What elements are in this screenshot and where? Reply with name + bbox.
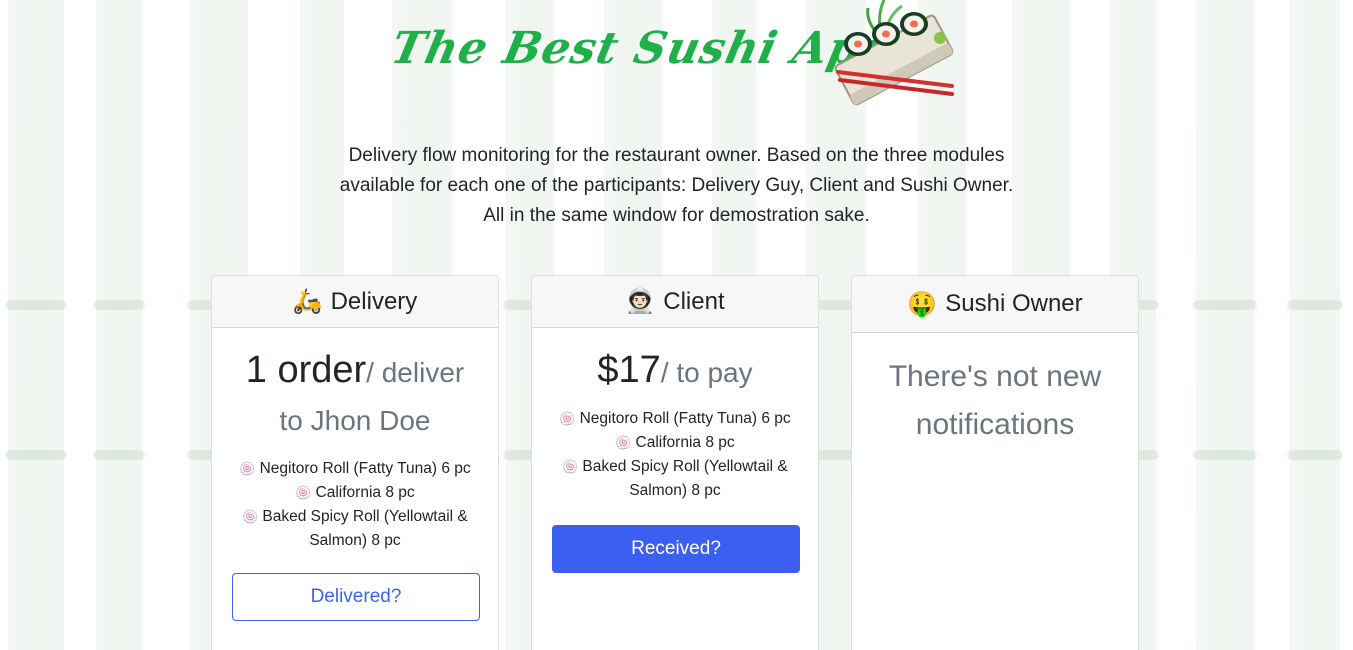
client-summary: $17/ to pay <box>552 346 798 397</box>
list-item: 🍥 Baked Spicy Roll (Yellowtail & Salmon) … <box>562 458 788 499</box>
list-item: 🍥 California 8 pc <box>615 434 735 451</box>
client-amount-suffix: / to pay <box>660 357 753 388</box>
received-button[interactable]: Received? <box>552 525 800 573</box>
owner-card-title: Sushi Owner <box>945 290 1083 317</box>
delivery-summary: 1 order/ deliver to Jhon Doe <box>232 346 478 445</box>
client-items-list: 🍥 Negitoro Roll (Fatty Tuna) 6 pc 🍥 Califo… <box>552 407 798 503</box>
delivery-card-title: Delivery <box>330 287 418 315</box>
delivery-items-list: 🍥 Negitoro Roll (Fatty Tuna) 6 pc 🍥 Califo… <box>232 457 478 553</box>
list-item: 🍥 Negitoro Roll (Fatty Tuna) 6 pc <box>239 460 471 477</box>
app-title: The Best Sushi App <box>386 23 898 74</box>
client-card-header: 👨🏻‍🚀 Client <box>532 276 818 328</box>
fish-cake-icon: 🍥 <box>615 435 632 450</box>
client-card-title: Client <box>663 287 725 315</box>
list-item: 🍥 Baked Spicy Roll (Yellowtail & Salmon) … <box>242 508 468 549</box>
fish-cake-icon: 🍥 <box>242 509 259 524</box>
fish-cake-icon: 🍥 <box>559 411 576 426</box>
money-mouth-face-icon: 🤑 <box>907 290 938 318</box>
fish-cake-icon: 🍥 <box>295 485 312 500</box>
list-item: 🍥 Negitoro Roll (Fatty Tuna) 6 pc <box>559 410 791 427</box>
owner-card-header: 🤑 Sushi Owner <box>852 276 1138 333</box>
list-item: 🍥 California 8 pc <box>295 484 415 501</box>
delivery-card: 🛵 Delivery 1 order/ deliver to Jhon Doe … <box>211 275 499 650</box>
owner-card: 🤑 Sushi Owner There's not new notificati… <box>851 275 1139 650</box>
delivery-card-header: 🛵 Delivery <box>212 276 498 328</box>
astronaut-icon: 👨🏻‍🚀 <box>625 288 656 315</box>
delivery-order-count: 1 order <box>245 349 367 391</box>
intro-description: Delivery flow monitoring for the restaur… <box>339 145 1014 226</box>
client-amount: $17 <box>597 349 661 391</box>
fish-cake-icon: 🍥 <box>562 459 579 474</box>
scooter-icon: 🛵 <box>292 288 323 315</box>
fish-cake-icon: 🍥 <box>239 461 256 476</box>
app-header: The Best Sushi App Delivery flow monitor… <box>0 0 1353 226</box>
sushi-logo-icon <box>834 0 954 106</box>
client-card: 👨🏻‍🚀 Client $17/ to pay 🍥 Negitoro Roll (… <box>531 275 819 650</box>
owner-notifications-message: There's not new notifications <box>888 360 1102 441</box>
delivered-button[interactable]: Delivered? <box>232 573 480 621</box>
